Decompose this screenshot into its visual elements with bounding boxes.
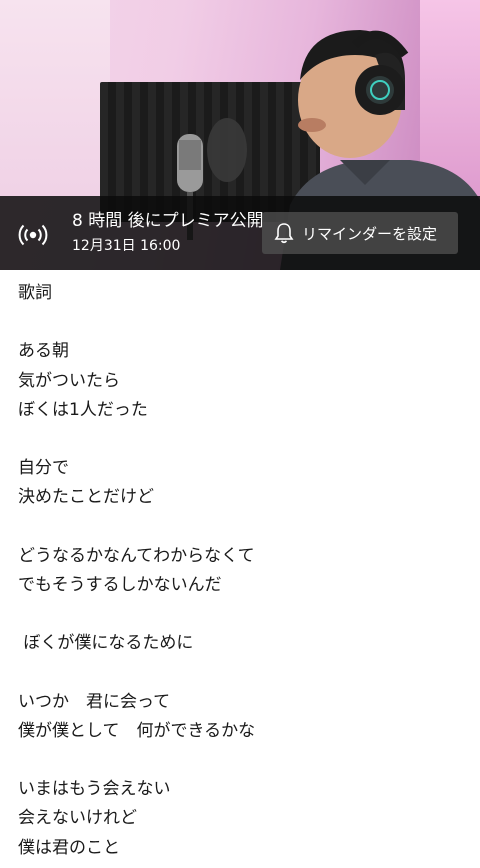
lyric-line: でもそうするしかないんだ — [18, 574, 222, 595]
set-reminder-button[interactable]: リマインダーを設定 — [262, 212, 458, 254]
lyric-line: 僕が僕として 何ができるかな — [18, 720, 256, 741]
premiere-countdown: 8 時間 後にプレミア公開 — [72, 211, 264, 231]
lyric-line: ある朝 — [18, 341, 69, 362]
lyrics-section: 歌詞 ある朝 気がついたら ぼくは1人だった 自分で 決めたことだけど どうなる… — [18, 279, 468, 863]
set-reminder-label: リマインダーを設定 — [302, 224, 438, 243]
lyric-line: どうなるかなんてわからなくて — [18, 545, 255, 566]
lyrics-heading: 歌詞 — [18, 283, 52, 303]
lyric-line: 僕は君のこと — [18, 837, 120, 858]
broadcast-icon — [18, 224, 48, 246]
premiere-date: 12月31日 16:00 — [72, 238, 181, 254]
wall-panel — [0, 0, 110, 200]
lyric-line: いつか 君に会って — [18, 691, 171, 712]
lyric-line: 決めたことだけど — [18, 487, 154, 508]
lyric-line: ぼくは1人だった — [18, 399, 148, 420]
bell-icon — [274, 223, 294, 244]
lyric-line: 会えないけれど — [18, 808, 137, 829]
lyric-line: 気がついたら — [18, 370, 120, 391]
lyric-line: ぼくが僕になるために — [18, 633, 194, 654]
lyric-line: いまはもう会えない — [18, 779, 171, 800]
lyric-line: 自分で — [18, 458, 69, 479]
